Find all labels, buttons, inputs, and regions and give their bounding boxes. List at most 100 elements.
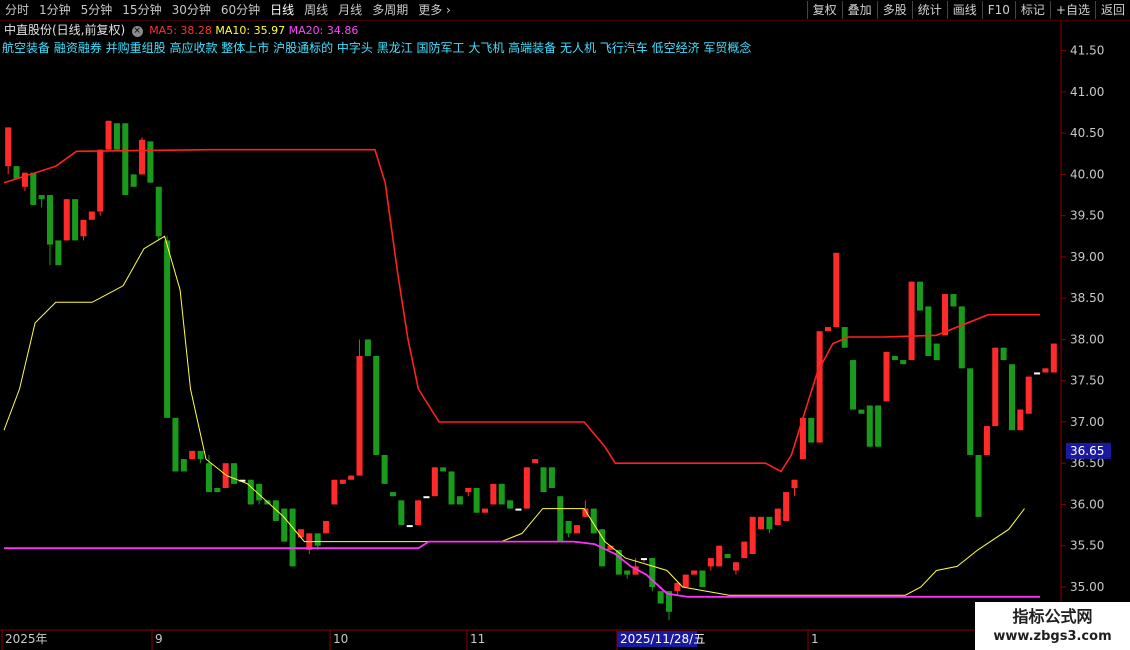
candle [431, 467, 438, 497]
candle-body [139, 139, 146, 175]
candle-body [180, 459, 187, 472]
candle [975, 454, 982, 517]
toolbar-button[interactable]: 返回 [1094, 1, 1130, 19]
candle-body [615, 549, 622, 575]
candle [565, 520, 572, 538]
candle-body [707, 558, 714, 567]
candle-body [314, 533, 321, 546]
candle [164, 236, 171, 418]
candle [97, 149, 104, 216]
candle [548, 467, 555, 488]
candle-body [975, 454, 982, 517]
candle [373, 355, 380, 455]
candle [791, 479, 798, 497]
candle-body [741, 541, 748, 559]
candle [297, 529, 304, 538]
candlestick-series [5, 120, 1057, 620]
tab-timeframe[interactable]: 周线 [299, 0, 333, 20]
candle-body [716, 545, 723, 567]
candle-body [891, 355, 898, 361]
tab-timeframe[interactable]: 分时 [0, 0, 34, 20]
candle-body [515, 508, 522, 511]
candle-body [875, 405, 882, 447]
candle-body [406, 525, 413, 528]
watermark: 指标公式网 www.zbgs3.com [975, 602, 1130, 650]
candle [866, 405, 873, 447]
candle-body [55, 240, 62, 266]
candle-body [440, 467, 447, 472]
candle-body [465, 487, 472, 493]
candle-body [883, 351, 890, 402]
candle [967, 368, 974, 455]
candle [925, 306, 932, 356]
toolbar-button[interactable]: 叠加 [841, 1, 877, 19]
candle-body [749, 516, 756, 554]
candle [306, 533, 313, 554]
candle [498, 483, 505, 505]
candle [624, 570, 631, 579]
price-tick-label: 37.00 [1070, 415, 1104, 429]
candle [481, 508, 489, 513]
candle-body [72, 199, 79, 241]
candle-body [850, 360, 857, 410]
candle [783, 492, 790, 521]
tab-timeframe[interactable]: 多周期 [367, 0, 413, 20]
candle [716, 545, 723, 567]
tab-timeframe[interactable]: 日线 [265, 0, 299, 20]
candle [933, 343, 940, 361]
candle-body [289, 508, 296, 567]
candle-body [783, 492, 790, 521]
candle-body [816, 331, 823, 443]
watermark-title: 指标公式网 [1012, 607, 1093, 626]
candle [916, 281, 923, 311]
candle [1008, 364, 1016, 431]
candle [88, 211, 95, 220]
candle [875, 405, 882, 447]
time-tick-label: 9 [155, 632, 163, 646]
candle [983, 426, 990, 455]
toolbar-button[interactable]: 统计 [911, 1, 947, 19]
tab-timeframe[interactable]: 15分钟 [117, 0, 166, 20]
tab-timeframe[interactable]: 更多 › [413, 0, 456, 20]
candle [465, 487, 472, 497]
kline-chart[interactable]: 41.50 41.00 40.50 40.00 39.50 39.00 38.50 38.00… [0, 20, 1130, 650]
candle-body [624, 570, 631, 575]
candle [1034, 372, 1041, 375]
toolbar-button[interactable]: 标记 [1014, 1, 1050, 19]
toolbar-button[interactable]: 画线 [946, 1, 982, 19]
candle-body [130, 174, 137, 187]
candle-body [63, 199, 70, 241]
candle-body [88, 211, 95, 220]
candle [339, 479, 346, 484]
candle [155, 186, 162, 241]
tab-timeframe[interactable]: 5分钟 [76, 0, 118, 20]
price-tick-label: 39.50 [1070, 209, 1104, 223]
candle [281, 508, 288, 542]
candle-body [540, 467, 547, 493]
tab-timeframe[interactable]: 1分钟 [34, 0, 76, 20]
candle [615, 549, 622, 575]
candle [557, 496, 564, 542]
tab-timeframe[interactable]: 60分钟 [216, 0, 265, 20]
candle-body [473, 487, 480, 513]
candle-body [774, 508, 781, 526]
toolbar-button[interactable]: F10 [981, 1, 1015, 19]
tab-timeframe[interactable]: 月线 [333, 0, 367, 20]
candle [130, 174, 137, 187]
candle [323, 520, 330, 534]
candle [490, 483, 497, 505]
candle-body [1034, 372, 1041, 375]
candle [833, 252, 840, 328]
price-tick-label: 35.50 [1070, 539, 1104, 553]
toolbar-button[interactable]: 多股 [876, 1, 912, 19]
candle [900, 360, 907, 365]
candle-body [348, 475, 355, 480]
candle [381, 454, 388, 484]
candle-body [481, 508, 489, 513]
candle-body [38, 195, 45, 200]
toolbar-button[interactable]: +自选 [1049, 1, 1095, 19]
toolbar-button[interactable]: 复权 [806, 1, 842, 19]
candle-body [189, 450, 196, 460]
tab-timeframe[interactable]: 30分钟 [167, 0, 216, 20]
candle [247, 479, 254, 505]
